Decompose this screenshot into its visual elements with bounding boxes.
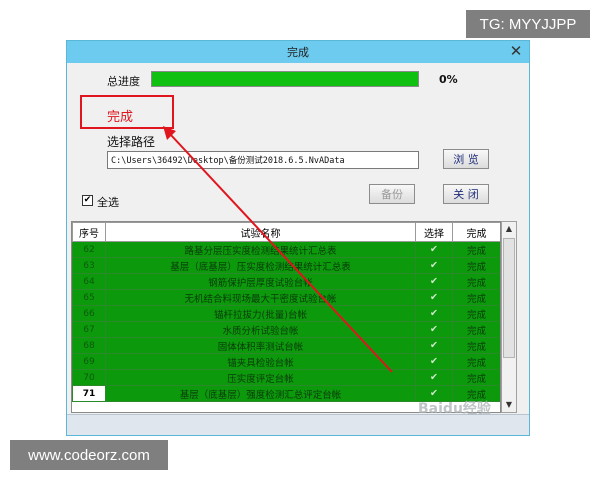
- annotation-arrow: [163, 126, 393, 373]
- baidu-logo: Baidu经验: [418, 401, 491, 417]
- watermark-bottom: www.codeorz.com: [10, 440, 168, 470]
